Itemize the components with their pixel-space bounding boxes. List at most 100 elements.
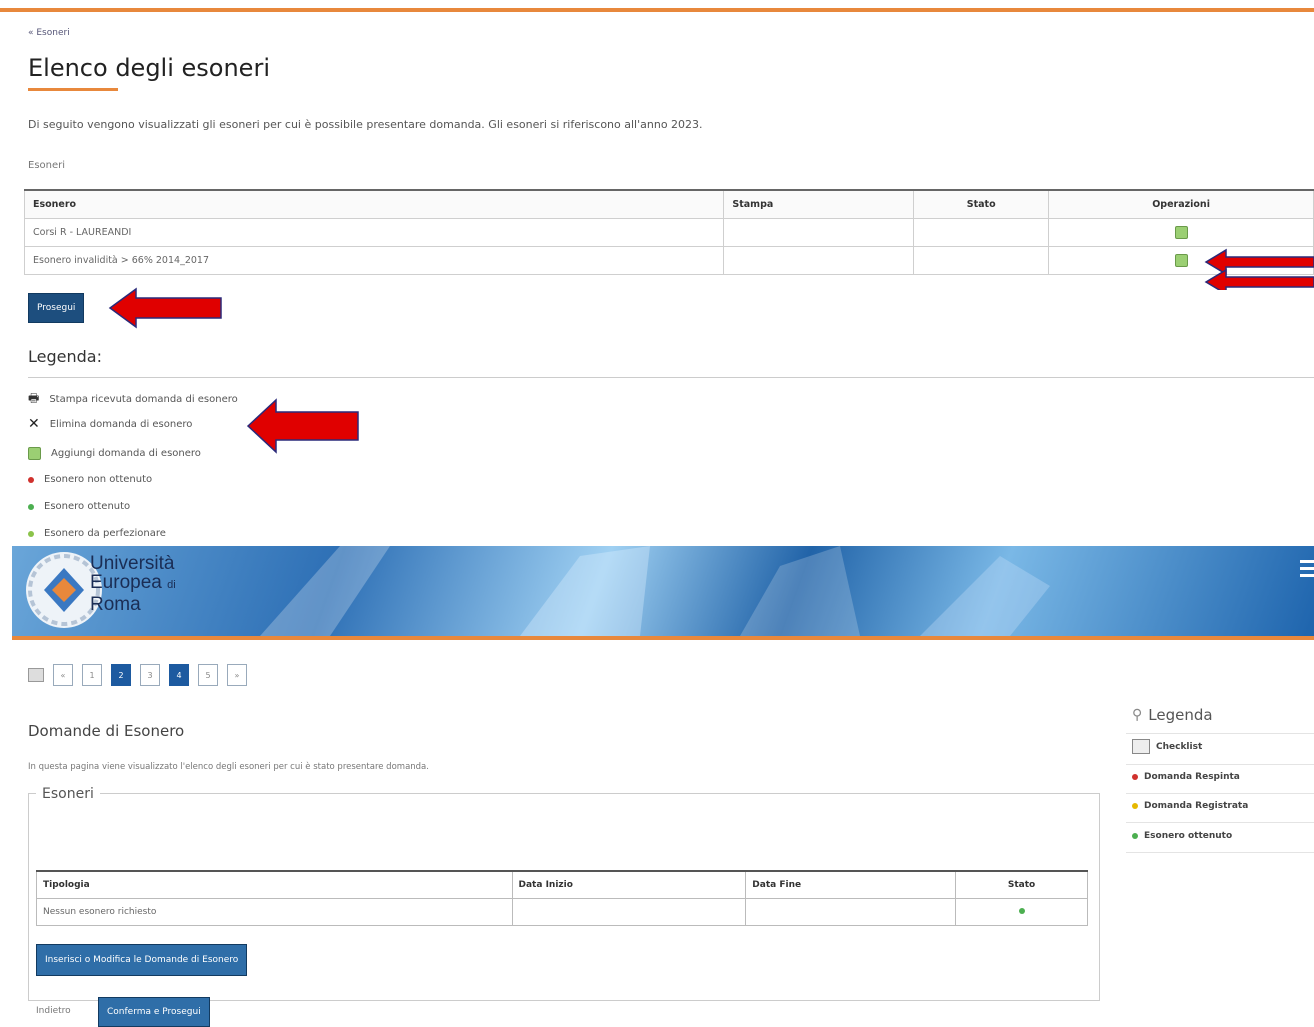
col-header-stampa: Stampa (723, 189, 915, 219)
arrow-indicator-icon (1204, 248, 1314, 290)
sidebar-legend-title: ⚲ Legenda (1132, 706, 1213, 724)
logo-line: Università (90, 553, 175, 574)
green-dot-icon (28, 503, 34, 510)
pager-step[interactable]: 3 (140, 664, 160, 686)
checklist-icon (1132, 739, 1150, 754)
cell-stato (913, 218, 1050, 247)
banner-building-graphic (260, 546, 1050, 636)
pager-next[interactable]: » (227, 664, 247, 686)
arrow-indicator-icon (108, 287, 222, 329)
top-orange-bar (0, 0, 1314, 14)
logo-word-small: di (167, 579, 176, 591)
logo-word: Europea (90, 572, 162, 593)
step-pager: « 1 2 3 4 5 » (28, 664, 247, 686)
table-header-row: Esonero Stampa Stato Operazioni (23, 189, 1314, 219)
insert-modify-button[interactable]: Inserisci o Modifica le Domande di Esone… (36, 944, 248, 976)
cell-stato (913, 246, 1050, 275)
col-header-esonero: Esonero (23, 189, 725, 219)
sidebar-legend-item: Domanda Respinta (1132, 772, 1240, 782)
legend-title: Legenda: (28, 347, 102, 366)
edit-icon[interactable] (1174, 226, 1188, 239)
logo-line: Europea di (90, 573, 176, 595)
sidebar-item-label: Checklist (1156, 741, 1203, 752)
logo-line: Roma (90, 594, 141, 615)
printer-icon: 🖶 (28, 391, 40, 405)
pager-prev[interactable]: « (53, 664, 73, 686)
pin-icon: ⚲ (1132, 707, 1143, 723)
sidebar-legend-item: Domanda Registrata (1132, 801, 1248, 811)
pager-step[interactable]: 1 (82, 664, 102, 686)
table-row: Nessun esonero richiesto (36, 898, 1088, 926)
cell-operazioni (1048, 218, 1314, 247)
col-header-operazioni: Operazioni (1048, 189, 1314, 219)
legend-label: Stampa ricevuta domanda di esonero (49, 394, 238, 405)
hamburger-menu-icon[interactable] (1300, 560, 1314, 581)
divider (1126, 822, 1314, 823)
cell-stampa (723, 246, 915, 275)
cell-data-fine (745, 898, 957, 926)
col-header-stato: Stato (913, 189, 1050, 219)
col-header-data-fine: Data Fine (745, 870, 957, 899)
red-dot-icon (1132, 774, 1138, 780)
divider (1126, 764, 1314, 765)
title-underline (28, 88, 118, 91)
legend-item: Esonero non ottenuto (28, 474, 152, 485)
table-header-row: Tipologia Data Inizio Data Fine Stato (36, 870, 1088, 899)
sidebar-title-text: Legenda (1148, 706, 1213, 724)
university-logo-text: Università Europea di Roma (90, 554, 176, 614)
arrow-indicator-icon (246, 398, 359, 454)
cell-esonero: Corsi R - LAUREANDI (23, 218, 725, 247)
divider (1126, 733, 1314, 734)
sidebar-legend-item: Checklist (1132, 739, 1202, 754)
cell-stato (955, 898, 1088, 926)
legend-label: Esonero ottenuto (44, 501, 131, 512)
sidebar-item-label: Esonero ottenuto (1144, 831, 1233, 841)
back-link[interactable]: Indietro (36, 1006, 71, 1016)
section-title: Domande di Esonero (28, 722, 185, 740)
page-title: Elenco degli esoneri (28, 54, 270, 82)
fieldset-legend: Esoneri (36, 786, 100, 802)
pager-step-current[interactable]: 4 (169, 664, 189, 686)
sidebar-item-label: Domanda Respinta (1144, 772, 1240, 782)
table-row: Esonero invalidità > 66% 2014_2017 (23, 246, 1314, 275)
requests-table: Tipologia Data Inizio Data Fine Stato Ne… (36, 870, 1088, 926)
legend-item: 🖶 Stampa ricevuta domanda di esonero (28, 389, 238, 410)
divider (1126, 852, 1314, 853)
legend-item: Esonero ottenuto (28, 501, 130, 512)
legend-label: Esonero da perfezionare (44, 528, 166, 539)
legend-item: Aggiungi domanda di esonero (28, 447, 201, 460)
prosegui-button[interactable]: Prosegui (28, 293, 85, 323)
section-label: Esoneri (28, 160, 66, 171)
legend-item: ✕ Elimina domanda di esonero (28, 416, 192, 432)
table-row: Corsi R - LAUREANDI (23, 218, 1314, 247)
col-header-stato: Stato (955, 870, 1088, 899)
yellow-dot-icon (1132, 803, 1138, 809)
pager-step[interactable]: 2 (111, 664, 131, 686)
red-dot-icon (28, 476, 34, 483)
legend-label: Aggiungi domanda di esonero (51, 448, 201, 459)
legend-label: Elimina domanda di esonero (49, 418, 193, 430)
cell-data-inizio (511, 898, 747, 926)
legend-item: Esonero da perfezionare (28, 528, 166, 539)
col-header-data-inizio: Data Inizio (511, 870, 747, 899)
cell-stampa (723, 218, 915, 247)
sidebar-item-label: Domanda Registrata (1144, 801, 1249, 811)
page-intro: Di seguito vengono visualizzati gli eson… (28, 118, 703, 131)
cell-tipologia: Nessun esonero richiesto (36, 898, 513, 926)
edit-icon (28, 447, 41, 460)
green-dot-icon (1132, 833, 1138, 839)
sidebar-legend-item: Esonero ottenuto (1132, 831, 1232, 841)
exemptions-table: Esonero Stampa Stato Operazioni Corsi R … (23, 189, 1314, 275)
col-header-tipologia: Tipologia (36, 870, 513, 899)
edit-icon[interactable] (1174, 254, 1188, 267)
pager-step[interactable]: 5 (198, 664, 218, 686)
legend-label: Esonero non ottenuto (44, 474, 153, 485)
close-icon: ✕ (28, 416, 40, 432)
green-dot-icon (1018, 908, 1025, 914)
yellow-dot-icon (28, 530, 34, 537)
divider (1126, 793, 1314, 794)
breadcrumb[interactable]: « Esoneri (28, 28, 70, 38)
section-intro: In questa pagina viene visualizzato l'el… (28, 762, 429, 772)
banner-orange-line (12, 636, 1314, 640)
grid-icon[interactable] (28, 668, 44, 682)
